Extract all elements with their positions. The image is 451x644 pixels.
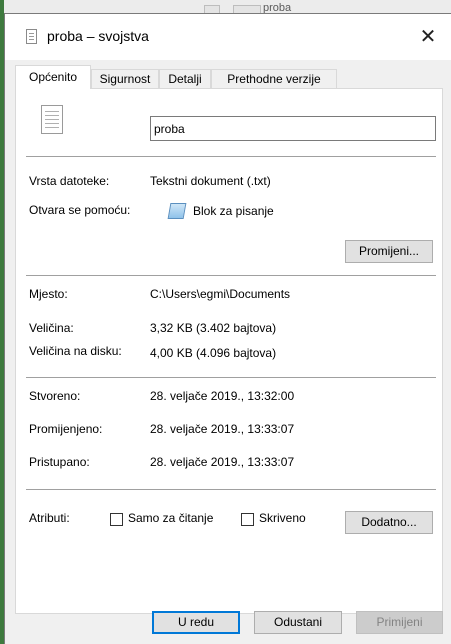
general-tab-panel: Vrsta datoteke: Tekstni dokument (.txt) … bbox=[15, 88, 443, 614]
tab-general[interactable]: Općenito bbox=[15, 65, 91, 89]
attributes-label: Atributi: bbox=[29, 511, 70, 525]
created-label: Stvoreno: bbox=[29, 389, 81, 403]
ok-button[interactable]: U redu bbox=[152, 611, 240, 634]
size-value: 3,32 KB (3.402 bajtova) bbox=[150, 321, 277, 335]
readonly-label[interactable]: Samo za čitanje bbox=[128, 511, 213, 525]
advanced-button[interactable]: Dodatno... bbox=[345, 511, 433, 534]
hidden-checkbox[interactable] bbox=[241, 513, 254, 526]
tab-details[interactable]: Detalji bbox=[159, 69, 211, 88]
created-value: 28. veljače 2019., 13:32:00 bbox=[150, 389, 295, 403]
notepad-icon bbox=[167, 203, 187, 219]
opens-with-label: Otvara se pomoću: bbox=[29, 203, 131, 217]
file-name-input[interactable] bbox=[150, 116, 436, 141]
file-type-label: Vrsta datoteke: bbox=[29, 174, 110, 188]
size-label: Veličina: bbox=[29, 321, 74, 335]
accessed-label: Pristupano: bbox=[29, 455, 90, 469]
cancel-button[interactable]: Odustani bbox=[254, 611, 342, 634]
close-icon: ✕ bbox=[419, 24, 437, 48]
title-bar[interactable]: proba – svojstva ✕ bbox=[5, 14, 451, 60]
modified-value: 28. veljače 2019., 13:33:07 bbox=[150, 422, 295, 436]
size-on-disk-label: Veličina na disku: bbox=[29, 344, 122, 358]
tab-previous-versions[interactable]: Prethodne verzije bbox=[211, 69, 337, 88]
close-button[interactable]: ✕ bbox=[405, 14, 451, 60]
modified-label: Promijenjeno: bbox=[29, 422, 103, 436]
separator bbox=[26, 377, 436, 378]
properties-dialog: proba – svojstva ✕ Općenito Sigurnost De… bbox=[4, 13, 451, 644]
separator bbox=[26, 156, 436, 157]
opens-with-value: Blok za pisanje bbox=[193, 204, 274, 218]
accessed-value: 28. veljače 2019., 13:33:07 bbox=[150, 455, 295, 469]
separator bbox=[26, 489, 436, 490]
tab-security[interactable]: Sigurnost bbox=[91, 69, 159, 88]
size-on-disk-value: 4,00 KB (4.096 bajtova) bbox=[150, 346, 277, 360]
location-value: C:\Users\egmi\Documents bbox=[150, 287, 291, 301]
apply-button[interactable]: Primijeni bbox=[356, 611, 443, 634]
text-document-icon bbox=[41, 105, 63, 134]
readonly-checkbox[interactable] bbox=[110, 513, 123, 526]
separator bbox=[26, 275, 436, 276]
location-label: Mjesto: bbox=[29, 287, 68, 301]
hidden-label[interactable]: Skriveno bbox=[259, 511, 306, 525]
file-type-value: Tekstni dokument (.txt) bbox=[150, 174, 271, 188]
window-title: proba – svojstva bbox=[47, 28, 149, 44]
change-button[interactable]: Promijeni... bbox=[345, 240, 433, 263]
text-file-icon bbox=[26, 29, 37, 44]
